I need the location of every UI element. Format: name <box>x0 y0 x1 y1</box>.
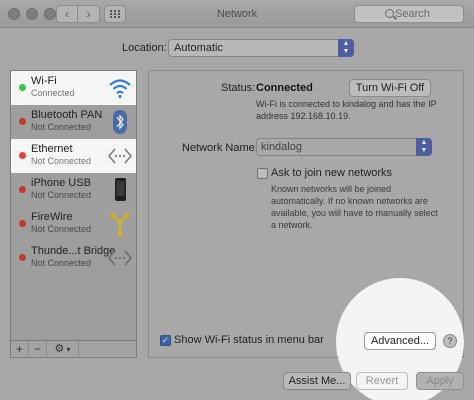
service-status: Connected <box>31 88 75 98</box>
service-list: Wi-Fi Connected Bluetooth PAN Not Connec… <box>10 70 137 358</box>
thunderbolt-bridge-icon <box>107 250 133 266</box>
wifi-icon <box>109 79 131 99</box>
service-status: Not Connected <box>31 224 92 234</box>
network-name-label: Network Name: <box>182 142 258 154</box>
chevron-down-icon: ▾ <box>64 345 71 354</box>
service-status: Not Connected <box>31 258 92 268</box>
service-item-iphone-usb[interactable]: iPhone USB Not Connected <box>11 173 136 207</box>
service-name: Wi-Fi <box>31 75 57 87</box>
service-name: FireWire <box>31 211 73 223</box>
network-name-value: kindalog <box>261 141 302 153</box>
location-value: Automatic <box>174 42 223 54</box>
firewire-icon <box>110 212 130 237</box>
service-item-bluetooth-pan[interactable]: Bluetooth PAN Not Connected <box>11 105 136 139</box>
status-dot <box>19 84 26 91</box>
action-menu-button[interactable]: ⚙ ▾ <box>47 341 79 357</box>
search-placeholder: Search <box>395 8 430 20</box>
search-icon <box>385 9 394 18</box>
ethernet-icon <box>107 148 133 164</box>
status-dot <box>19 118 26 125</box>
show-wifi-status-checkbox[interactable]: ✓ <box>160 335 171 346</box>
apply-button[interactable]: Apply <box>416 372 464 390</box>
revert-button[interactable]: Revert <box>356 372 408 390</box>
title-bar: ‹ › Network Search <box>0 0 474 28</box>
service-list-toolbar: + − ⚙ ▾ <box>10 340 137 358</box>
service-status: Not Connected <box>31 156 92 166</box>
service-item-firewire[interactable]: FireWire Not Connected <box>11 207 136 241</box>
remove-service-button[interactable]: − <box>29 341 47 357</box>
status-description: Wi-Fi is connected to kindalog and has t… <box>256 99 437 121</box>
service-name: Ethernet <box>31 143 73 155</box>
turn-wifi-off-button[interactable]: Turn Wi-Fi Off <box>349 79 431 97</box>
service-item-wifi[interactable]: Wi-Fi Connected <box>11 71 136 105</box>
network-preferences-window: ‹ › Network Search Location: Automatic ▲… <box>0 0 474 400</box>
ask-to-join-checkbox[interactable] <box>257 168 268 179</box>
iphone-icon <box>115 178 126 201</box>
location-label: Location: <box>122 42 167 54</box>
status-value: Connected <box>256 82 313 94</box>
add-service-button[interactable]: + <box>11 341 29 357</box>
select-arrows-icon: ▲ ▼ <box>416 138 432 156</box>
status-dot <box>19 152 26 159</box>
service-item-ethernet[interactable]: Ethernet Not Connected <box>11 139 136 173</box>
status-dot <box>19 254 26 261</box>
service-item-thunderbolt-bridge[interactable]: Thunde...t Bridge Not Connected <box>11 241 136 275</box>
checkmark-icon: ✓ <box>161 335 170 345</box>
assist-me-button[interactable]: Assist Me... <box>283 372 351 390</box>
network-name-select[interactable]: kindalog ▲ ▼ <box>256 138 432 156</box>
select-arrows-icon: ▲ ▼ <box>338 39 354 57</box>
service-name: iPhone USB <box>31 177 91 189</box>
service-status: Not Connected <box>31 122 92 132</box>
service-status: Not Connected <box>31 190 92 200</box>
show-wifi-status-label: Show Wi-Fi status in menu bar <box>174 334 324 346</box>
service-name: Bluetooth PAN <box>31 109 103 121</box>
gear-icon: ⚙ <box>54 343 65 355</box>
advanced-button[interactable]: Advanced... <box>364 332 436 350</box>
bluetooth-icon <box>113 110 127 134</box>
help-button[interactable]: ? <box>443 334 457 348</box>
service-name: Thunde...t Bridge <box>31 245 116 257</box>
status-label: Status: <box>221 82 256 94</box>
ask-to-join-label: Ask to join new networks <box>271 167 393 179</box>
search-input[interactable]: Search <box>354 5 464 23</box>
status-dot <box>19 220 26 227</box>
location-select[interactable]: Automatic ▲ ▼ <box>168 39 354 57</box>
status-dot <box>19 186 26 193</box>
ask-to-join-description: Known networks will be joined automatica… <box>271 184 438 230</box>
